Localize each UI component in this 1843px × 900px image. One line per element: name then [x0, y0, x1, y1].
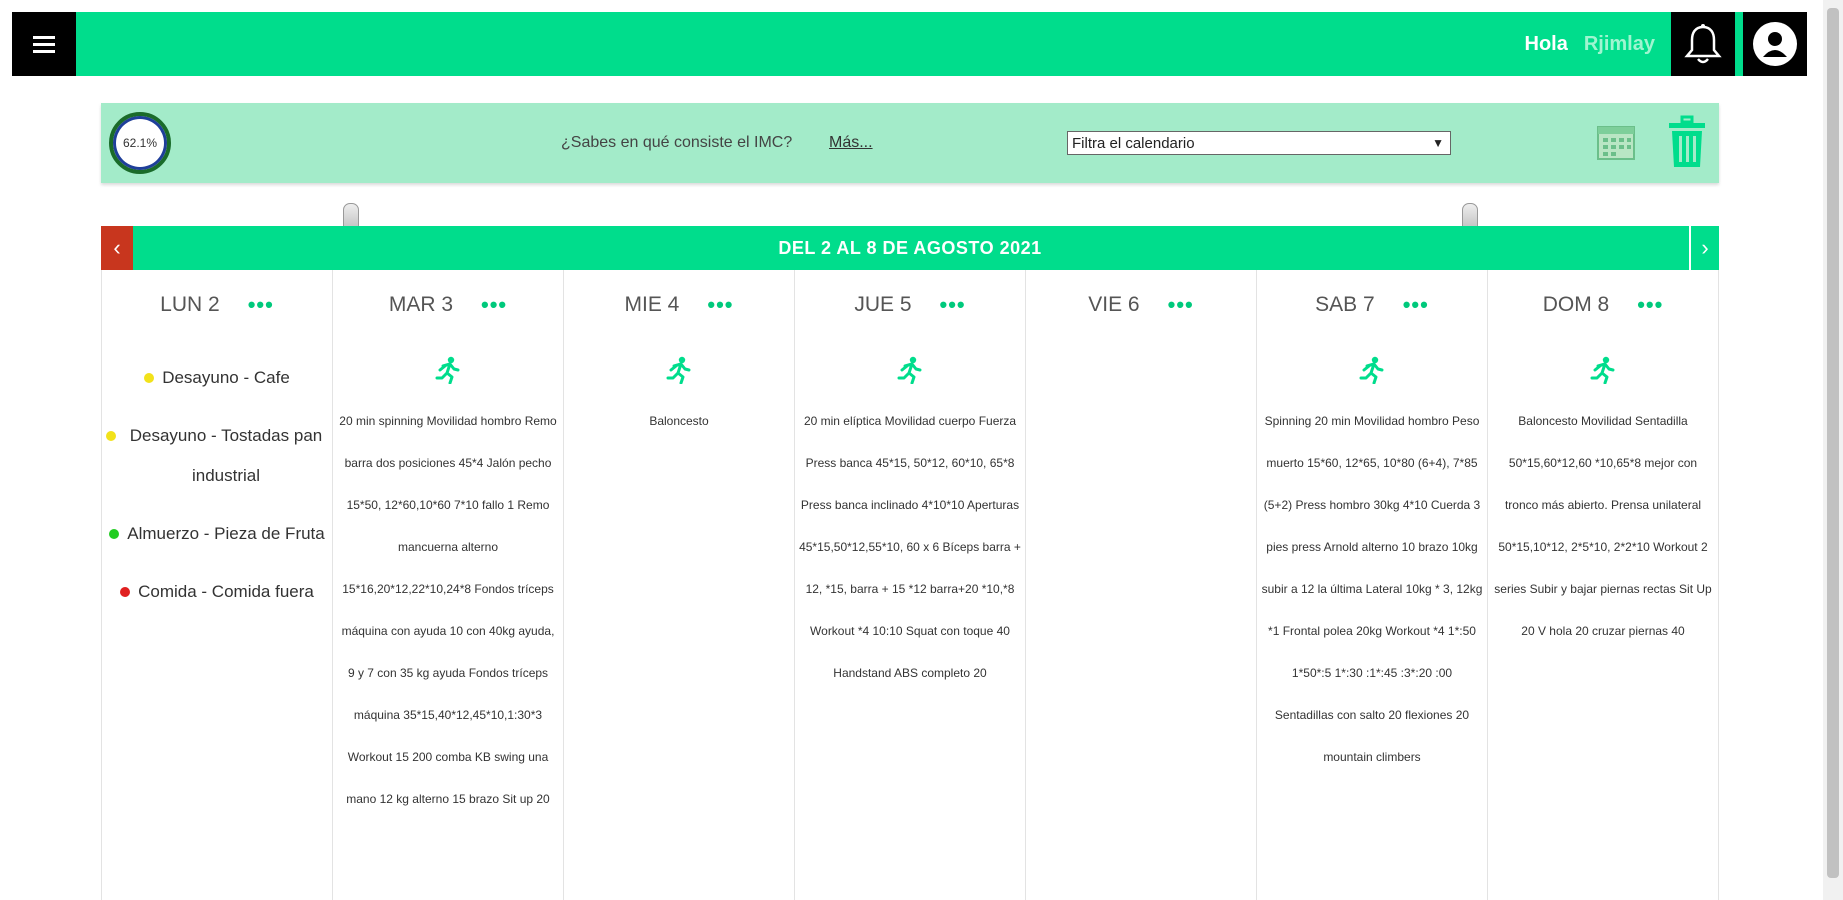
- calendar-filter-select[interactable]: Filtra el calendario ▼: [1067, 131, 1451, 155]
- week-calendar: LUN 2 ••• Desayuno - Cafe Desayuno - Tos…: [101, 270, 1719, 900]
- meal-status-dot: [106, 431, 116, 441]
- day-column-mon: LUN 2 ••• Desayuno - Cafe Desayuno - Tos…: [101, 270, 333, 900]
- meal-item[interactable]: Desayuno - Tostadas pan industrial: [106, 416, 328, 496]
- day-header: MAR 3 •••: [337, 270, 559, 340]
- chevron-down-icon: ▼: [1432, 136, 1444, 150]
- profile-button[interactable]: [1743, 12, 1807, 76]
- day-column-fri: VIE 6 •••: [1026, 270, 1257, 900]
- calendar-view-button[interactable]: [1596, 123, 1636, 166]
- bell-icon: [1684, 24, 1722, 64]
- running-icon: [435, 356, 460, 384]
- running-icon: [666, 356, 691, 384]
- progress-text: 62.1%: [122, 136, 158, 150]
- activity-button[interactable]: [337, 356, 559, 384]
- day-options-button[interactable]: •••: [248, 292, 274, 318]
- week-header: ‹ DEL 2 AL 8 DE AGOSTO 2021 ›: [101, 226, 1719, 270]
- prev-week-button[interactable]: ‹: [101, 226, 133, 270]
- meal-label: Desayuno - Tostadas pan industrial: [129, 426, 323, 485]
- day-options-button[interactable]: •••: [1168, 292, 1194, 318]
- top-bar: Hola Rjimlay: [12, 12, 1807, 76]
- notifications-button[interactable]: [1671, 12, 1735, 76]
- meal-label: Desayuno - Cafe: [162, 368, 290, 387]
- meal-label: Almuerzo - Pieza de Fruta: [127, 524, 325, 543]
- username: Rjimlay: [1583, 32, 1655, 55]
- meal-status-dot: [109, 529, 120, 539]
- day-header: MIE 4 •••: [568, 270, 790, 340]
- day-name: MIE 4: [624, 293, 680, 316]
- imc-more-link[interactable]: Más...: [829, 134, 873, 152]
- workout-text: Spinning 20 min Movilidad hombro Peso mu…: [1261, 414, 1483, 764]
- hamburger-icon: [33, 36, 55, 53]
- imc-question: ¿Sabes en qué consiste el IMC?: [561, 134, 793, 151]
- day-name: SAB 7: [1315, 293, 1375, 316]
- meal-status-dot: [144, 373, 155, 383]
- meal-item[interactable]: Comida - Comida fuera: [106, 572, 328, 612]
- day-name: VIE 6: [1088, 293, 1140, 316]
- running-icon: [897, 356, 922, 384]
- info-bar: 62.1% ¿Sabes en qué consiste el IMC? Más…: [101, 103, 1719, 183]
- running-icon: [1359, 356, 1384, 384]
- next-week-button[interactable]: ›: [1689, 226, 1719, 270]
- activity-button[interactable]: [568, 356, 790, 384]
- day-column-wed: MIE 4 ••• Baloncesto: [564, 270, 795, 900]
- day-options-button[interactable]: •••: [1637, 292, 1663, 318]
- day-options-button[interactable]: •••: [707, 292, 733, 318]
- progress-ring: 62.1%: [109, 112, 171, 174]
- meal-label: Comida - Comida fuera: [138, 582, 314, 601]
- workout-text: Baloncesto: [649, 414, 709, 428]
- day-header: JUE 5 •••: [799, 270, 1021, 340]
- day-header: VIE 6 •••: [1030, 270, 1252, 340]
- greeting: Hola Rjimlay: [1525, 33, 1656, 56]
- greeting-text: Hola: [1524, 32, 1568, 55]
- day-header: DOM 8 •••: [1492, 270, 1714, 340]
- calendar-icon: [1597, 126, 1635, 160]
- day-options-button[interactable]: •••: [940, 292, 966, 318]
- meal-status-dot: [120, 587, 131, 597]
- activity-button[interactable]: [799, 356, 1021, 384]
- day-options-button[interactable]: •••: [1403, 292, 1429, 318]
- day-column-thu: JUE 5 ••• 20 min elíptica Movilidad cuer…: [795, 270, 1026, 900]
- scrollbar-thumb[interactable]: [1827, 8, 1839, 878]
- workout-text: 20 min elíptica Movilidad cuerpo Fuerza …: [799, 414, 1021, 680]
- day-name: DOM 8: [1542, 293, 1610, 316]
- day-column-sun: DOM 8 ••• Baloncesto Movilidad Sentadill…: [1488, 270, 1719, 900]
- day-column-tue: MAR 3 ••• 20 min spinning Movilidad homb…: [333, 270, 564, 900]
- trash-icon: [1669, 115, 1705, 167]
- workout-text: 20 min spinning Movilidad hombro Remo ba…: [339, 414, 557, 806]
- day-name: MAR 3: [388, 293, 454, 316]
- week-title: DEL 2 AL 8 DE AGOSTO 2021: [778, 237, 1042, 258]
- hamburger-menu-button[interactable]: [12, 12, 76, 76]
- day-name: LUN 2: [160, 293, 220, 316]
- activity-button[interactable]: [1261, 356, 1483, 384]
- day-header: SAB 7 •••: [1261, 270, 1483, 340]
- delete-button[interactable]: [1667, 115, 1707, 174]
- day-options-button[interactable]: •••: [481, 292, 507, 318]
- meal-item[interactable]: Desayuno - Cafe: [106, 358, 328, 398]
- meal-item[interactable]: Almuerzo - Pieza de Fruta: [106, 514, 328, 554]
- activity-button[interactable]: [1492, 356, 1714, 384]
- day-name: JUE 5: [854, 293, 912, 316]
- page-scrollbar[interactable]: [1823, 0, 1843, 900]
- workout-text: Baloncesto Movilidad Sentadilla 50*15,60…: [1494, 414, 1712, 638]
- user-icon: [1753, 22, 1797, 66]
- day-header: LUN 2 •••: [106, 270, 328, 340]
- running-icon: [1590, 356, 1615, 384]
- day-column-sat: SAB 7 ••• Spinning 20 min Movilidad homb…: [1257, 270, 1488, 900]
- filter-selected-value: Filtra el calendario: [1072, 134, 1195, 152]
